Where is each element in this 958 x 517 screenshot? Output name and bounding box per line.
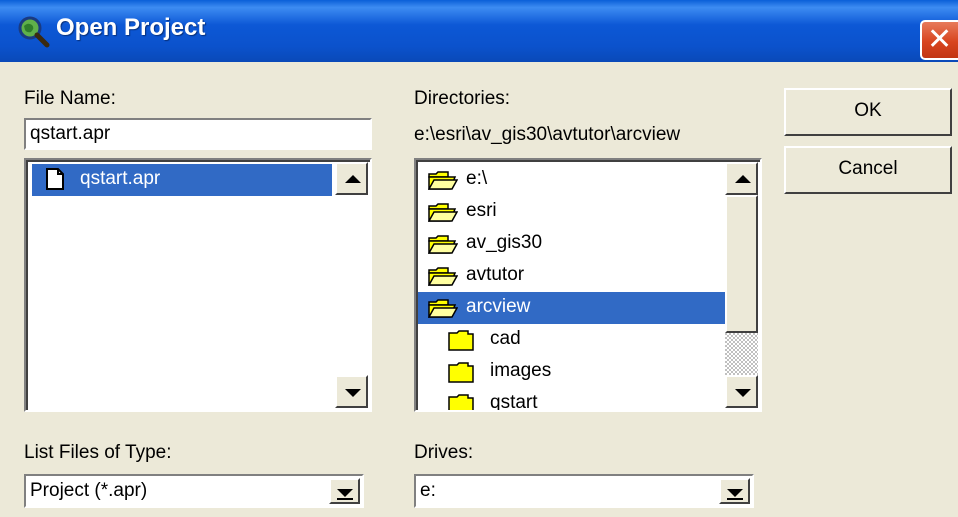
directory-list-scrollbar[interactable] <box>725 162 758 408</box>
file-name-value: qstart.apr <box>30 123 111 144</box>
list-item[interactable]: e:\ <box>418 164 726 196</box>
open-folder-icon <box>428 235 458 254</box>
cancel-button-label: Cancel <box>838 158 898 179</box>
down-arrow-icon <box>345 389 361 397</box>
chevron-down-icon <box>337 489 353 497</box>
dialog-title: Open Project <box>56 14 206 41</box>
file-type-value: Project (*.apr) <box>30 480 148 501</box>
drives-dropdown-button[interactable] <box>719 478 750 504</box>
file-name-label: File Name: <box>24 88 116 109</box>
open-project-dialog: Open Project ✕ File Name: qstart.apr qst… <box>0 0 958 517</box>
globe-magnifier-icon <box>18 16 50 48</box>
scroll-up-button[interactable] <box>725 162 758 195</box>
chevron-down-icon <box>727 489 743 497</box>
directory-item-label: cad <box>490 328 521 349</box>
down-arrow-icon <box>735 389 751 397</box>
directory-item-label: images <box>490 360 552 381</box>
file-list[interactable]: qstart.apr <box>24 158 372 412</box>
file-list-scrollbar[interactable] <box>335 162 368 408</box>
open-folder-icon <box>428 299 458 318</box>
file-type-label: List Files of Type: <box>24 442 172 463</box>
closed-folder-icon <box>448 362 474 383</box>
document-icon <box>46 168 64 190</box>
directory-item-label: arcview <box>466 296 531 317</box>
list-item[interactable]: esri <box>418 196 726 228</box>
directories-label: Directories: <box>414 88 511 109</box>
closed-folder-icon <box>448 394 474 410</box>
scroll-down-button[interactable] <box>725 375 758 408</box>
close-icon: ✕ <box>927 22 953 57</box>
scroll-up-button[interactable] <box>335 162 368 195</box>
file-name-input[interactable]: qstart.apr <box>24 118 372 150</box>
closed-folder-icon <box>448 330 474 351</box>
open-folder-icon <box>428 171 458 190</box>
ok-button-label: OK <box>854 100 882 121</box>
title-bar[interactable]: Open Project ✕ <box>0 0 958 62</box>
directory-item-label: av_gis30 <box>466 232 543 253</box>
open-folder-icon <box>428 267 458 286</box>
list-item[interactable]: qstart <box>418 388 726 412</box>
scroll-down-button[interactable] <box>335 375 368 408</box>
scroll-thumb[interactable] <box>725 195 758 333</box>
current-path: e:\esri\av_gis30\avtutor\arcview <box>414 124 681 145</box>
file-type-select[interactable]: Project (*.apr) <box>24 474 364 508</box>
up-arrow-icon <box>735 175 751 183</box>
ok-button[interactable]: OK <box>784 88 952 136</box>
directory-item-label: esri <box>466 200 497 221</box>
directory-list[interactable]: e:\ esri av_gis30 avtutor arcview cad im… <box>414 158 762 412</box>
cancel-button[interactable]: Cancel <box>784 146 952 194</box>
directory-item-label: e:\ <box>466 168 488 189</box>
close-button[interactable]: ✕ <box>920 20 958 60</box>
drives-label: Drives: <box>414 442 474 463</box>
drives-select[interactable]: e: <box>414 474 754 508</box>
list-item[interactable]: images <box>418 356 726 388</box>
list-item[interactable]: qstart.apr <box>32 164 332 196</box>
list-item[interactable]: cad <box>418 324 726 356</box>
list-item[interactable]: arcview <box>418 292 726 324</box>
list-item[interactable]: avtutor <box>418 260 726 292</box>
directory-item-label: qstart <box>490 392 538 412</box>
scroll-track[interactable] <box>335 195 368 375</box>
drives-value: e: <box>420 480 436 501</box>
open-folder-icon <box>428 203 458 222</box>
directory-item-label: avtutor <box>466 264 525 285</box>
file-item-label: qstart.apr <box>80 168 161 189</box>
list-item[interactable]: av_gis30 <box>418 228 726 260</box>
file-type-dropdown-button[interactable] <box>329 478 360 504</box>
up-arrow-icon <box>345 175 361 183</box>
